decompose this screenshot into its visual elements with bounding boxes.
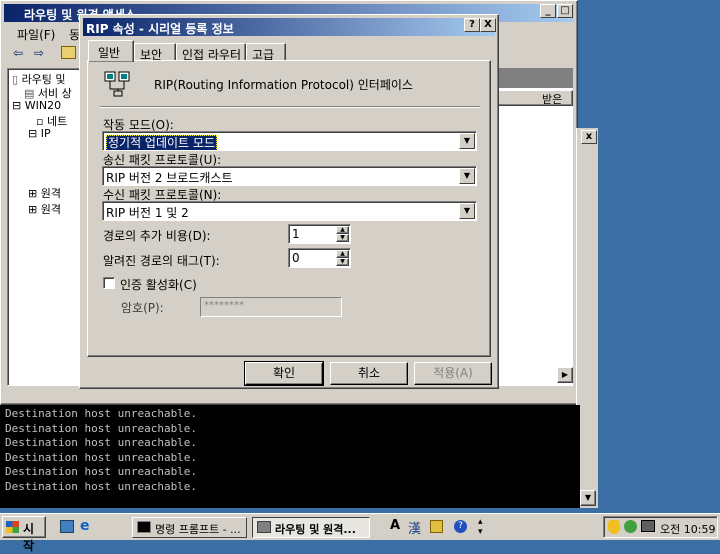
system-tray: 오전 10:59 [603, 516, 718, 538]
tag-label: 알려진 경로의 태그(T): [103, 254, 220, 268]
spin-up-icon[interactable]: ▲ [336, 226, 349, 234]
spin-up-icon[interactable]: ▲ [336, 250, 349, 258]
task-command-prompt[interactable]: 명령 프롬프트 - ... [132, 517, 247, 538]
column-header-received[interactable]: 받은 [491, 90, 573, 106]
tag-spinbox[interactable]: 0 ▲ ▼ [288, 248, 351, 268]
auth-label[interactable]: 인증 활성화(C) [120, 276, 197, 293]
dialog-titlebar[interactable]: RIP 속성 - 시리얼 등록 정보 [83, 18, 495, 36]
console-line: Destination host unreachable. [5, 465, 198, 479]
back-arrow-icon[interactable]: ⇦ [13, 46, 23, 60]
apply-button[interactable]: 적용(A) [414, 362, 492, 385]
console-line: Destination host unreachable. [5, 436, 198, 450]
send-value: RIP 버전 2 브로드캐스트 [106, 171, 233, 185]
console-line: Destination host unreachable. [5, 450, 198, 464]
cancel-button[interactable]: 취소 [330, 362, 408, 385]
ok-button[interactable]: 확인 [244, 361, 324, 386]
menu-file[interactable]: 파일(F) [17, 26, 55, 43]
rip-interface-icon [104, 71, 134, 97]
tab-panel: RIP(Routing Information Protocol) 인터페이스 … [87, 60, 491, 357]
tree-remote-1[interactable]: ⊞ 원격 [28, 185, 61, 201]
quicklaunch-ie-icon[interactable]: e [80, 518, 90, 534]
routing-icon [257, 521, 271, 533]
password-label: 암호(P): [121, 301, 164, 315]
ime-hanja[interactable]: 漢 [408, 518, 421, 537]
forward-arrow-icon[interactable]: ⇨ [34, 46, 44, 60]
console-line: Destination host unreachable. [5, 421, 198, 435]
start-button[interactable]: 시작 [2, 516, 46, 553]
ime-tool-icon[interactable] [430, 520, 443, 533]
recv-value: RIP 버전 1 및 2 [106, 206, 189, 220]
cost-spinbox[interactable]: 1 ▲ ▼ [288, 224, 351, 244]
cmd-icon [137, 521, 151, 533]
up-folder-icon[interactable] [61, 46, 76, 59]
auth-checkbox[interactable] [103, 277, 115, 289]
console-scroll-down-button[interactable]: ▼ [580, 490, 596, 506]
security-shield-icon[interactable] [608, 520, 620, 534]
rip-properties-dialog: RIP 속성 - 시리얼 등록 정보 ? X 일반 보안 인접 라우터 고급 R… [79, 14, 499, 389]
tree-ip[interactable]: ⊟ IP [28, 127, 51, 140]
details-header-bar [491, 68, 573, 88]
console-line: Destination host unreachable. [5, 407, 198, 420]
tab-general[interactable]: 일반 [88, 40, 134, 62]
help-circle-icon[interactable]: ? [454, 520, 467, 533]
send-protocol-select[interactable]: RIP 버전 2 브로드캐스트 ▼ [102, 166, 477, 186]
spin-down-icon[interactable]: ▼ [336, 258, 349, 266]
dialog-heading: RIP(Routing Information Protocol) 인터페이스 [154, 78, 413, 92]
ime-menu-icon[interactable]: ▴ ▾ [478, 517, 483, 537]
display-tray-icon[interactable] [641, 520, 655, 532]
console-output[interactable]: Destination host unreachable. Destinatio… [0, 405, 580, 508]
tree-server[interactable]: ⊟ WIN20 [12, 99, 61, 112]
tag-value: 0 [292, 251, 300, 265]
separator [100, 106, 480, 108]
password-field[interactable]: ******** [200, 297, 342, 317]
windows-logo-icon [6, 521, 19, 533]
chevron-down-icon[interactable]: ▼ [459, 168, 475, 184]
cost-value: 1 [292, 227, 300, 241]
console-line: Destination host unreachable. [5, 479, 198, 493]
task-routing[interactable]: 라우팅 및 원격... [252, 517, 370, 538]
dialog-title: RIP 속성 - 시리얼 등록 정보 [86, 22, 234, 36]
ime-mode-a[interactable]: A [390, 518, 400, 533]
mode-select[interactable]: 정기적 업데이트 모드 ▼ [102, 131, 477, 151]
quicklaunch-desktop-icon[interactable] [60, 520, 74, 533]
clock[interactable]: 오전 10:59 [660, 521, 715, 537]
network-tray-icon[interactable] [624, 520, 637, 533]
mmc-maximize-button[interactable]: □ [557, 4, 573, 18]
spin-down-icon[interactable]: ▼ [336, 234, 349, 242]
details-pane: 받은 [491, 68, 573, 386]
tree-pane: ▯ 라우팅 및 ▤ 서비 상 ⊟ WIN20 ▫ 네트 ⊟ IP ⊞ 원격 ⊞ … [7, 68, 81, 386]
recv-protocol-select[interactable]: RIP 버전 1 및 2 ▼ [102, 201, 477, 221]
h-scrollbar-right-button[interactable]: ▶ [557, 367, 573, 383]
cost-label: 경로의 추가 비용(D): [103, 229, 211, 243]
console-close-button[interactable]: x [581, 130, 597, 144]
help-button[interactable]: ? [464, 18, 480, 32]
chevron-down-icon[interactable]: ▼ [459, 133, 475, 149]
chevron-down-icon[interactable]: ▼ [459, 203, 475, 219]
mmc-minimize-button[interactable]: _ [540, 4, 556, 18]
mode-value: 정기적 업데이트 모드 [106, 135, 217, 150]
dialog-close-button[interactable]: X [480, 18, 496, 32]
tree-remote-2[interactable]: ⊞ 원격 [28, 201, 61, 217]
